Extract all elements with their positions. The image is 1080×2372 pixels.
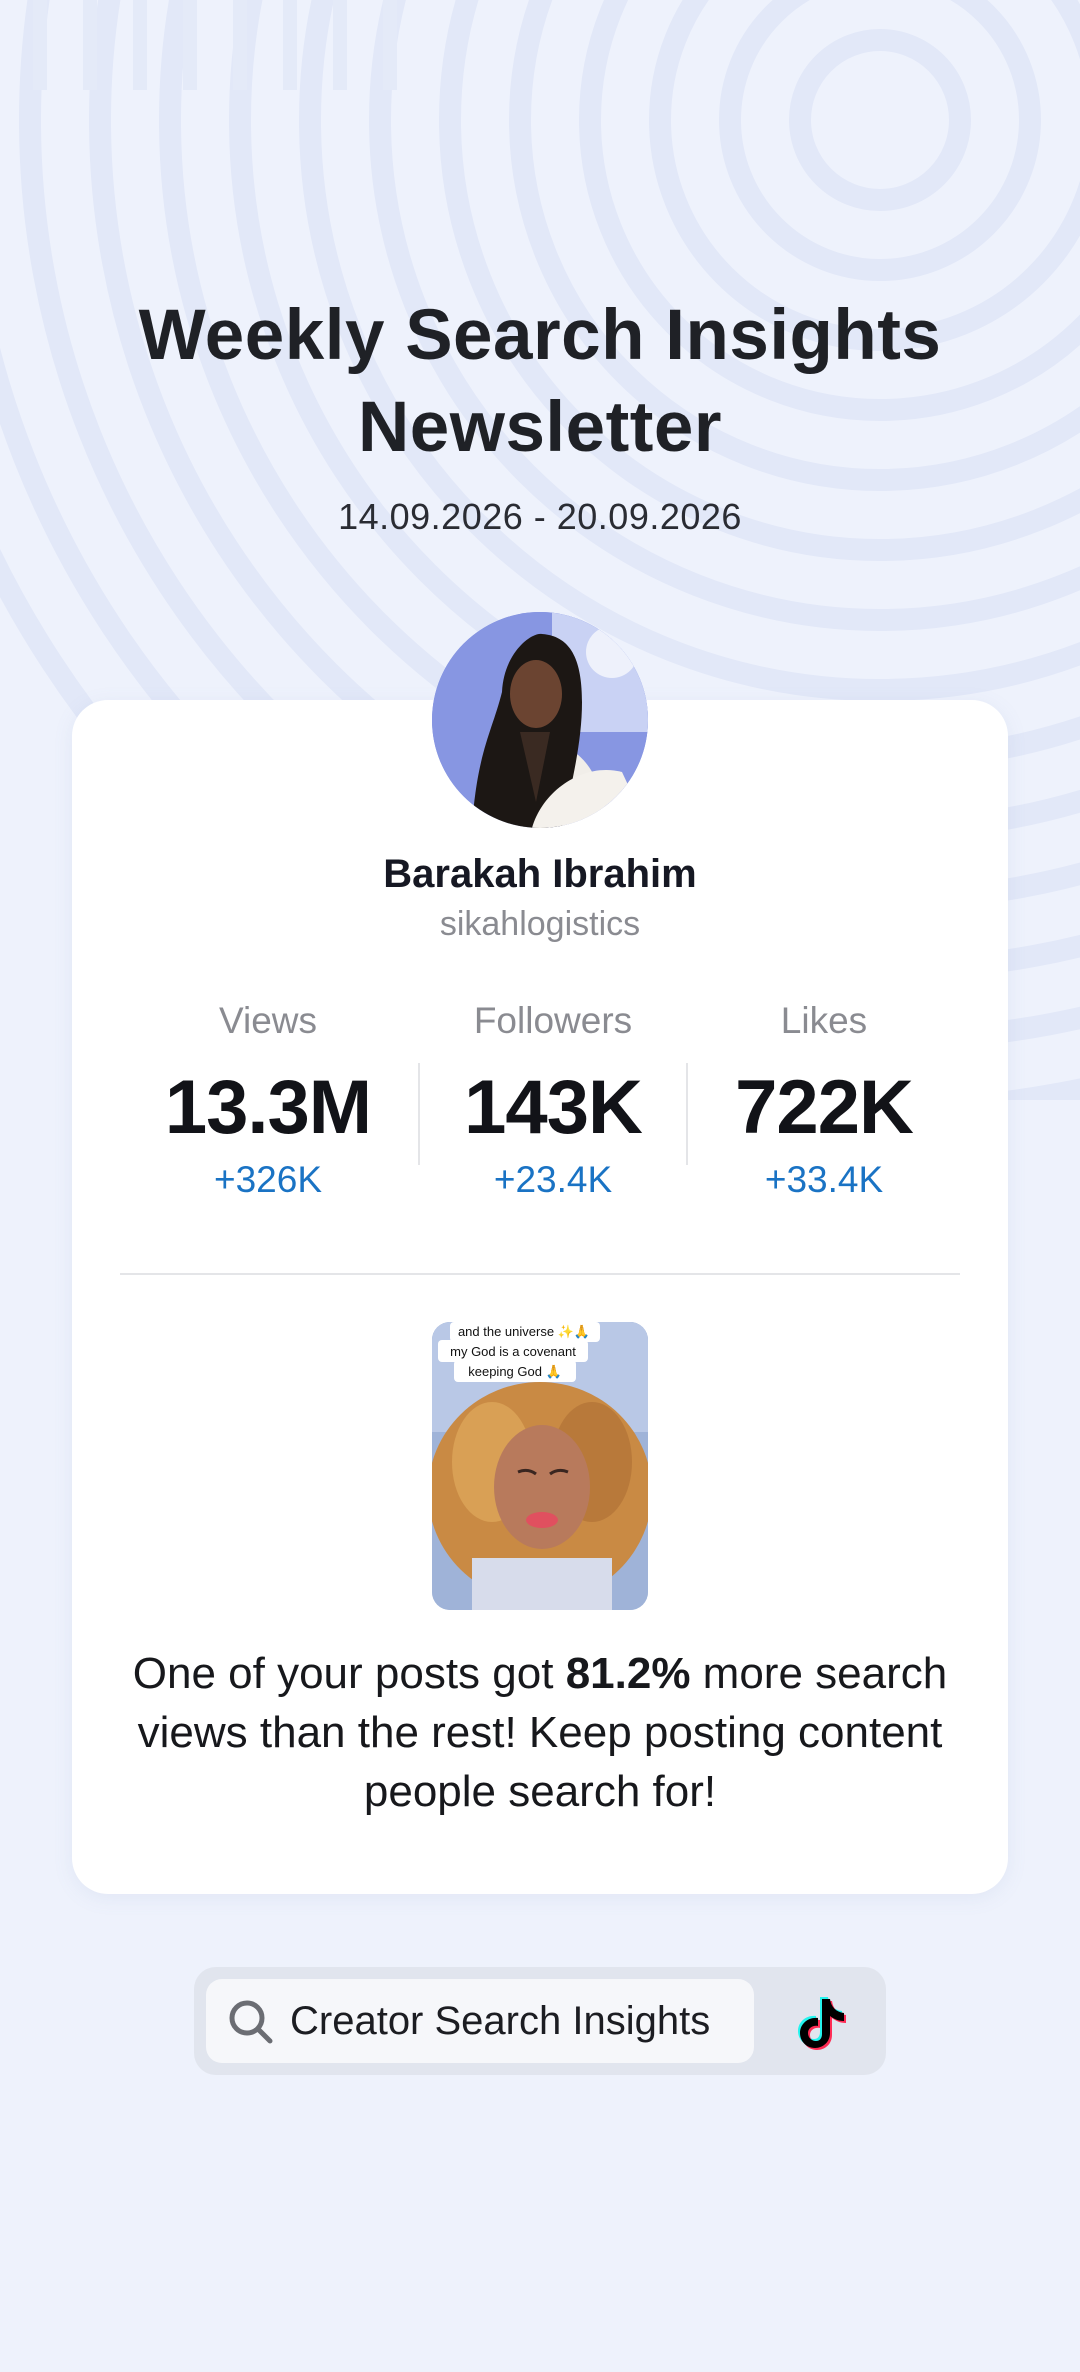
- stat-label: Likes: [780, 1000, 868, 1041]
- caption-line: my God is a covenant: [450, 1344, 576, 1359]
- post-image: and the universe ✨🙏 my God is a covenant…: [432, 1322, 648, 1610]
- search-icon: [229, 2000, 273, 2044]
- profile-handle: sikahlogistics: [439, 905, 641, 943]
- message-text: One of your posts got: [132, 1649, 566, 1698]
- date-range: 14.09.2026 - 20.09.2026: [338, 496, 742, 537]
- message-highlight: 81.2%: [565, 1649, 691, 1698]
- tiktok-icon[interactable]: [792, 1991, 852, 2051]
- section-divider: [120, 1273, 960, 1275]
- post-thumbnail[interactable]: and the universe ✨🙏 my God is a covenant…: [432, 1322, 648, 1610]
- caption-line: and the universe ✨🙏: [458, 1324, 590, 1339]
- stat-label: Views: [218, 1000, 318, 1041]
- insight-message: One of your posts got 81.2% more search …: [110, 1644, 970, 1821]
- creator-search-insights-bar[interactable]: Creator Search Insights: [194, 1967, 886, 2075]
- stat-divider: [686, 1063, 688, 1165]
- page-title: Weekly Search Insights Newsletter: [138, 296, 942, 467]
- stat-divider: [418, 1063, 420, 1165]
- profile-photo-icon: [432, 612, 648, 828]
- newsletter-header: Weekly Search Insights Newsletter 14.09.…: [0, 290, 1080, 538]
- avatar: [432, 612, 648, 828]
- profile-name: Barakah Ibrahim: [383, 852, 697, 896]
- stat-value: 722K: [735, 1065, 914, 1150]
- search-button[interactable]: Creator Search Insights: [206, 1979, 754, 2063]
- stat-views: Views 13.3M +326K: [148, 1000, 388, 1201]
- stat-delta: +33.4K: [764, 1159, 884, 1200]
- stat-value: 13.3M: [164, 1065, 372, 1150]
- stat-value: 143K: [464, 1065, 643, 1150]
- stat-delta: +326K: [213, 1159, 323, 1200]
- stat-delta: +23.4K: [493, 1159, 613, 1200]
- stat-label: Followers: [473, 1000, 633, 1041]
- search-label: Creator Search Insights: [290, 1999, 711, 2043]
- caption-line: keeping God 🙏: [468, 1364, 562, 1379]
- stat-followers: Followers 143K +23.4K: [443, 1000, 663, 1201]
- stat-likes: Likes 722K +33.4K: [714, 1000, 934, 1201]
